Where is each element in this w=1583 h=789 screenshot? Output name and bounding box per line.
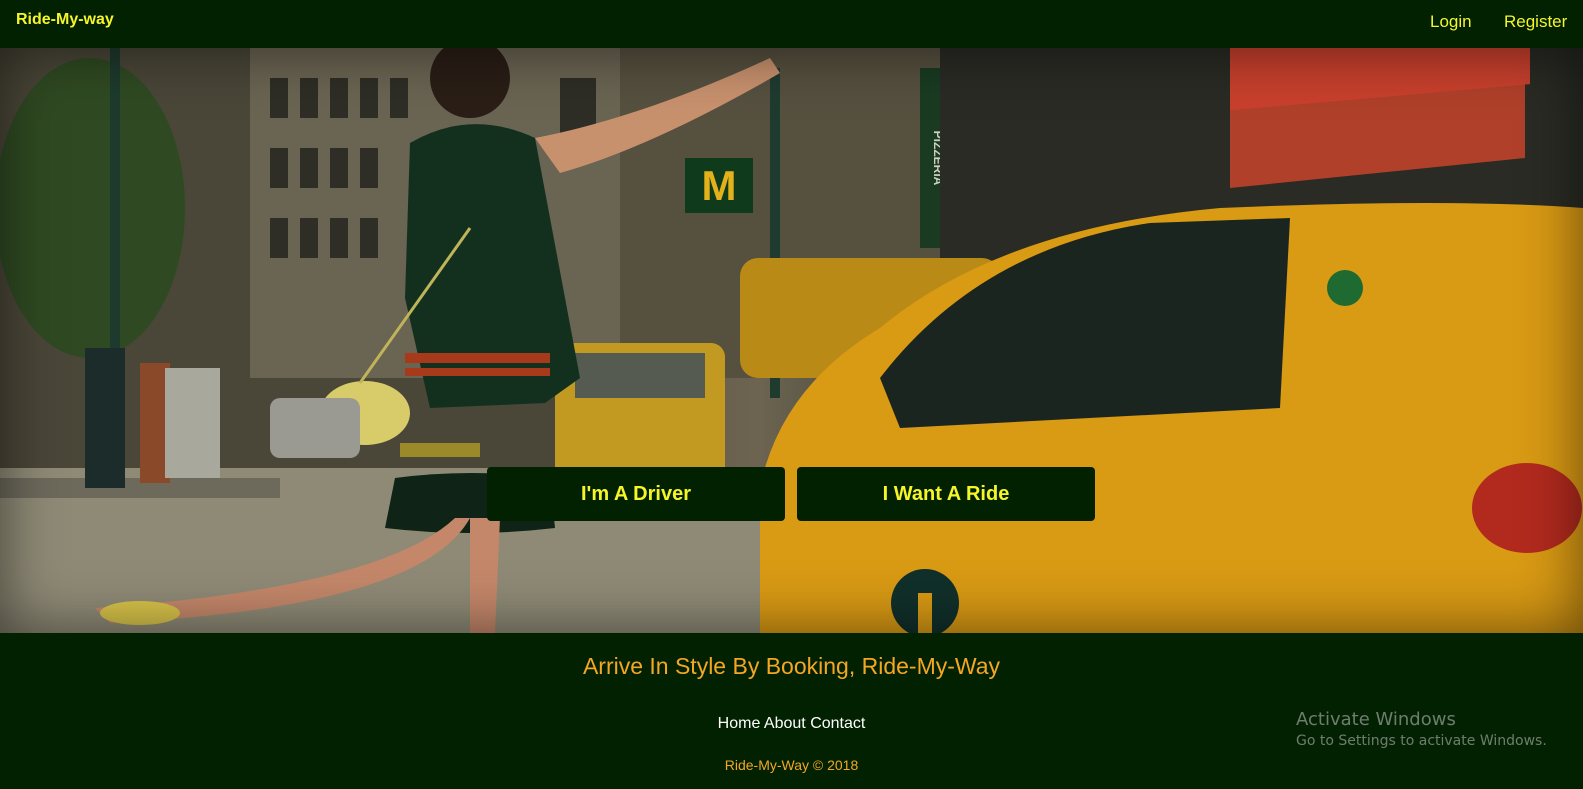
top-navbar: Ride-My-way Login Register (0, 0, 1583, 48)
footer-link-about[interactable]: About (764, 715, 806, 732)
svg-text:M: M (702, 162, 737, 209)
copyright-text: Ride-My-Way © 2018 (724, 757, 859, 773)
watermark-subtitle: Go to Settings to activate Windows. (1296, 733, 1547, 749)
login-link[interactable]: Login (1430, 12, 1472, 32)
request-ride-button[interactable]: I Want A Ride (797, 467, 1095, 521)
watermark-title: Activate Windows (1296, 709, 1456, 730)
brand-logo-link[interactable]: Ride-My-way (16, 11, 114, 29)
hero-banner: M PIZZERIA I'm A Driver I Want A Ride (0, 48, 1583, 633)
footer-tagline: Arrive In Style By Booking, Ride-My-Way (582, 653, 1001, 679)
footer-link-contact[interactable]: Contact (810, 715, 865, 732)
hero-background-image: M PIZZERIA (0, 48, 1583, 633)
footer-link-home[interactable]: Home (718, 715, 761, 732)
windows-activation-watermark: Activate Windows Go to Settings to activ… (1296, 709, 1547, 749)
register-link[interactable]: Register (1504, 12, 1567, 32)
driver-button[interactable]: I'm A Driver (487, 467, 785, 521)
